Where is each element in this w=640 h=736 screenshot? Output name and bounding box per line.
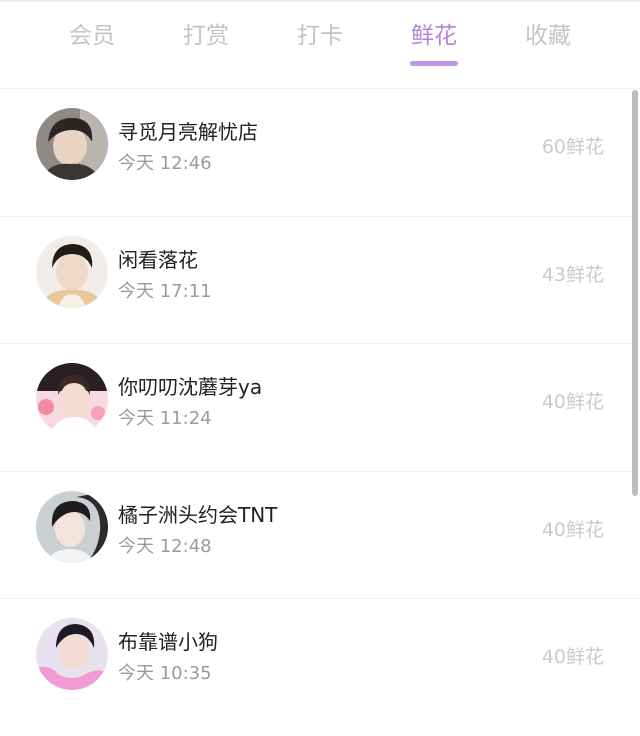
row-divider — [0, 598, 640, 599]
avatar-image — [36, 108, 108, 180]
tab-flowers[interactable]: 鲜花 — [394, 18, 474, 54]
user-name: 橘子洲头约会TNT — [118, 502, 278, 527]
avatar-image — [36, 363, 108, 435]
avatar[interactable] — [36, 363, 108, 435]
avatar-image — [36, 618, 108, 690]
user-name: 布靠谱小狗 — [118, 630, 218, 654]
flower-gift-list: 寻觅月亮解忧店 今天 12:46 60鲜花 闲看落花 今天 17:11 43鲜花 — [0, 88, 640, 726]
flower-amount: 40鲜花 — [541, 646, 604, 668]
gift-time: 今天 10:35 — [118, 663, 212, 684]
flower-amount: 40鲜花 — [541, 518, 604, 541]
scrollbar[interactable] — [632, 90, 638, 496]
tab-bar: 会员 打赏 打卡 鲜花 收藏 — [0, 0, 640, 74]
gift-time: 今天 12:48 — [118, 535, 212, 557]
user-name: 闲看落花 — [118, 247, 198, 272]
gift-time: 今天 12:46 — [118, 153, 212, 174]
tab-favorites[interactable]: 收藏 — [508, 18, 588, 54]
row-divider — [0, 88, 640, 89]
user-name: 寻觅月亮解忧店 — [118, 120, 258, 144]
avatar[interactable] — [36, 618, 108, 690]
avatar-image — [36, 490, 108, 563]
tab-checkin[interactable]: 打卡 — [280, 18, 360, 54]
row-divider — [0, 343, 640, 344]
active-tab-indicator — [410, 61, 458, 66]
tab-membership[interactable]: 会员 — [52, 18, 132, 54]
user-name: 你叨叨沈蘑芽ya — [118, 375, 263, 399]
row-divider — [0, 215, 640, 217]
flower-amount: 60鲜花 — [541, 136, 604, 158]
gift-time: 今天 11:24 — [118, 408, 212, 429]
tab-tips[interactable]: 打赏 — [166, 18, 246, 54]
list-item[interactable]: 闲看落花 今天 17:11 43鲜花 — [0, 215, 640, 344]
avatar[interactable] — [36, 235, 108, 308]
list-item[interactable]: 橘子洲头约会TNT 今天 12:48 40鲜花 — [0, 470, 640, 599]
flower-amount: 43鲜花 — [541, 263, 604, 286]
avatar[interactable] — [36, 108, 108, 180]
avatar[interactable] — [36, 490, 108, 563]
flower-amount: 40鲜花 — [541, 391, 604, 413]
list-item[interactable]: 你叨叨沈蘑芽ya 今天 11:24 40鲜花 — [0, 343, 640, 471]
avatar-image — [36, 235, 108, 308]
gift-time: 今天 17:11 — [118, 280, 212, 302]
list-item[interactable]: 寻觅月亮解忧店 今天 12:46 60鲜花 — [0, 88, 640, 216]
row-divider — [0, 470, 640, 472]
list-item[interactable]: 布靠谱小狗 今天 10:35 40鲜花 — [0, 598, 640, 726]
